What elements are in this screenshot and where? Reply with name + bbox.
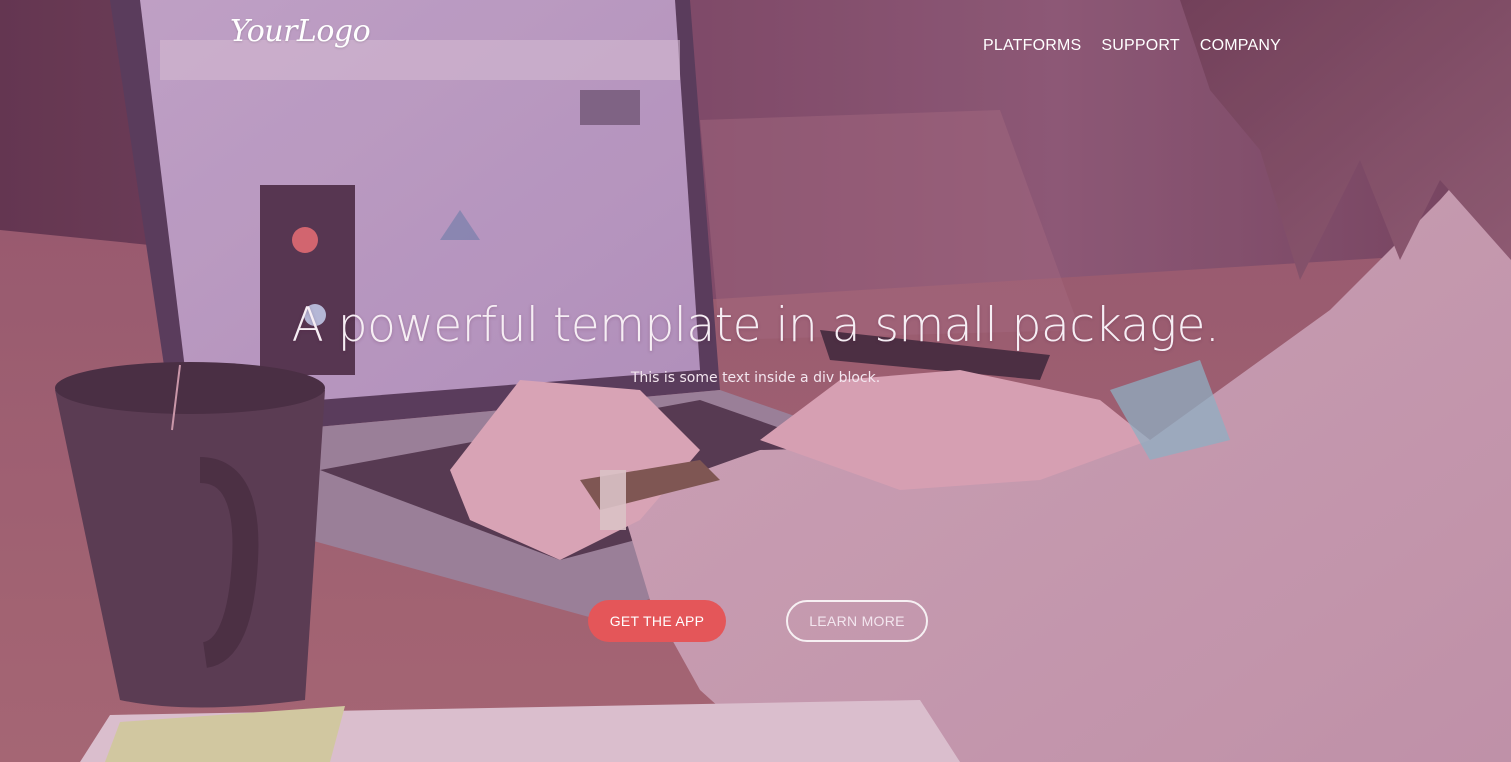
hero-headline: A powerful template in a small package. — [291, 298, 1220, 353]
top-navigation: YourLogo PLATFORMS SUPPORT COMPANY — [0, 0, 1511, 92]
hero-subtext: This is some text inside a div block. — [630, 370, 881, 386]
brand-logo[interactable]: YourLogo — [230, 14, 371, 49]
learn-more-button[interactable]: LEARN MORE — [786, 600, 928, 642]
nav-link-support[interactable]: SUPPORT — [1101, 37, 1179, 55]
get-the-app-button[interactable]: GET THE APP — [588, 600, 726, 642]
nav-link-platforms[interactable]: PLATFORMS — [983, 37, 1081, 55]
nav-link-company[interactable]: COMPANY — [1200, 37, 1281, 55]
hero-section: YourLogo PLATFORMS SUPPORT COMPANY A pow… — [0, 0, 1511, 762]
nav-links: PLATFORMS SUPPORT COMPANY — [983, 37, 1281, 55]
